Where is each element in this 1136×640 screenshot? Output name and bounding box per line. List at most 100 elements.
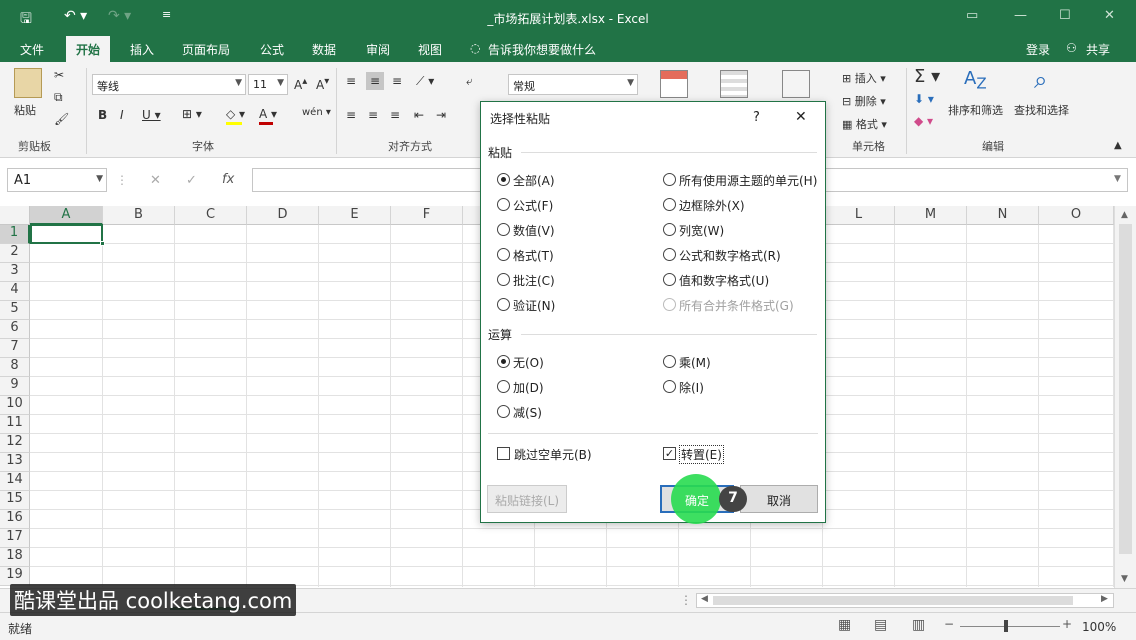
number-format-box[interactable]: 常规 ▼ (508, 74, 638, 95)
vertical-scrollbar[interactable]: ▲ ▼ (1114, 206, 1136, 588)
underline-icon[interactable]: U ▾ (142, 108, 161, 122)
decrease-indent-icon[interactable]: ⇤ (414, 108, 424, 122)
paste-opt-l0-radio[interactable] (497, 173, 510, 186)
decrease-font-icon[interactable]: A▾ (316, 76, 329, 92)
tab-insert[interactable]: 插入 (130, 41, 154, 58)
zoom-in-icon[interactable]: + (1062, 617, 1072, 631)
scroll-up-icon[interactable]: ▲ (1121, 210, 1128, 220)
paste-opt-r2-radio[interactable] (663, 223, 676, 236)
row-header-5[interactable]: 5 (0, 301, 30, 320)
conditional-format-icon[interactable] (660, 70, 688, 98)
row-header-13[interactable]: 13 (0, 453, 30, 472)
bold-icon[interactable]: B (98, 108, 107, 122)
ribbon-display-icon[interactable]: ▭ (966, 8, 978, 23)
phonetic-icon[interactable]: wén ▾ (302, 107, 331, 118)
paste-opt-l3-label[interactable]: 格式(T) (513, 247, 554, 264)
format-as-table-icon[interactable] (720, 70, 748, 98)
paste-button-label[interactable]: 粘贴 (14, 102, 36, 118)
zoom-slider-thumb[interactable] (1004, 620, 1008, 632)
find-select-icon[interactable]: ⌕ (1034, 66, 1047, 94)
autosum-icon[interactable]: Σ ▾ (914, 66, 940, 87)
row-header-1[interactable]: 1 (0, 225, 30, 244)
sort-filter-icon[interactable]: AZ (964, 68, 987, 93)
column-header-f[interactable]: F (391, 206, 463, 225)
insert-cells-button[interactable]: ⊞ 插入 ▾ (842, 70, 886, 86)
horizontal-scroll-thumb[interactable] (713, 596, 1073, 605)
zoom-level[interactable]: 100% (1082, 620, 1116, 634)
row-header-16[interactable]: 16 (0, 510, 30, 529)
paste-opt-l5-label[interactable]: 验证(N) (513, 297, 555, 314)
paste-opt-r4-radio[interactable] (663, 273, 676, 286)
tab-view[interactable]: 视图 (418, 41, 442, 58)
font-name-box[interactable]: 等线 ▼ (92, 74, 246, 95)
row-header-9[interactable]: 9 (0, 377, 30, 396)
tab-review[interactable]: 审阅 (366, 41, 390, 58)
font-size-box[interactable]: 11 ▼ (248, 74, 288, 95)
border-icon[interactable]: ⊞ ▾ (182, 107, 202, 121)
fill-color-icon[interactable]: ◇ ▾ (226, 107, 245, 121)
row-header-18[interactable]: 18 (0, 548, 30, 567)
op-opt-l0-radio[interactable] (497, 355, 510, 368)
paste-opt-r2-label[interactable]: 列宽(W) (679, 222, 724, 239)
paste-opt-l5-radio[interactable] (497, 298, 510, 311)
align-middle-icon[interactable]: ≡ (366, 72, 385, 90)
row-header-17[interactable]: 17 (0, 529, 30, 548)
op-opt-r1-radio[interactable] (663, 380, 676, 393)
font-color-icon[interactable]: A ▾ (259, 107, 277, 121)
paste-opt-l2-label[interactable]: 数值(V) (513, 222, 555, 239)
paste-opt-r3-radio[interactable] (663, 248, 676, 261)
tab-home[interactable]: 开始 (66, 36, 111, 62)
row-header-15[interactable]: 15 (0, 491, 30, 510)
paste-opt-l3-radio[interactable] (497, 248, 510, 261)
column-header-b[interactable]: B (103, 206, 175, 225)
op-opt-l1-radio[interactable] (497, 380, 510, 393)
paste-opt-r1-label[interactable]: 边框除外(X) (679, 197, 745, 214)
close-icon[interactable]: ✕ (795, 109, 807, 125)
transpose-checkbox[interactable]: ✓ (663, 447, 676, 460)
paste-opt-l4-label[interactable]: 批注(C) (513, 272, 555, 289)
row-header-11[interactable]: 11 (0, 415, 30, 434)
share-button[interactable]: 共享 (1086, 41, 1110, 58)
tell-me-box[interactable]: 告诉我你想要做什么 (488, 41, 596, 58)
tab-file[interactable]: 文件 (20, 41, 44, 58)
vertical-scroll-thumb[interactable] (1119, 224, 1132, 554)
clear-icon[interactable]: ◆ ▾ (914, 114, 933, 128)
op-opt-l2-radio[interactable] (497, 405, 510, 418)
paste-opt-l0-label[interactable]: 全部(A) (513, 172, 555, 189)
op-opt-l0-label[interactable]: 无(O) (513, 354, 544, 371)
login-link[interactable]: 登录 (1026, 41, 1050, 58)
cut-icon[interactable]: ✂ (54, 68, 64, 82)
column-header-c[interactable]: C (175, 206, 247, 225)
help-icon[interactable]: ? (753, 110, 760, 125)
row-header-6[interactable]: 6 (0, 320, 30, 339)
row-header-8[interactable]: 8 (0, 358, 30, 377)
paste-opt-l1-radio[interactable] (497, 198, 510, 211)
column-header-a[interactable]: A (30, 206, 103, 225)
column-header-n[interactable]: N (967, 206, 1039, 225)
zoom-slider[interactable] (960, 626, 1060, 627)
op-opt-l1-label[interactable]: 加(D) (513, 379, 544, 396)
increase-font-icon[interactable]: A▴ (294, 76, 307, 92)
paste-opt-r1-radio[interactable] (663, 198, 676, 211)
align-center-icon[interactable]: ≡ (368, 108, 378, 122)
copy-icon[interactable]: ⧉ (54, 90, 63, 105)
op-opt-l2-label[interactable]: 减(S) (513, 404, 542, 421)
paste-opt-l4-radio[interactable] (497, 273, 510, 286)
name-box[interactable]: A1 ▼ (7, 168, 107, 192)
insert-function-icon[interactable]: fx (222, 172, 234, 187)
fill-icon[interactable]: ⬇ ▾ (914, 92, 934, 106)
cancel-button[interactable]: 取消 (740, 485, 818, 513)
scroll-left-icon[interactable]: ◀ (701, 594, 708, 604)
page-layout-view-icon[interactable]: ▤ (874, 617, 887, 633)
row-header-14[interactable]: 14 (0, 472, 30, 491)
row-header-2[interactable]: 2 (0, 244, 30, 263)
column-header-e[interactable]: E (319, 206, 391, 225)
fill-handle[interactable] (100, 241, 105, 246)
transpose-label[interactable]: 转置(E) (679, 445, 724, 464)
column-header-m[interactable]: M (895, 206, 967, 225)
normal-view-icon[interactable]: ▦ (838, 617, 851, 633)
align-top-icon[interactable]: ≡ (346, 74, 356, 88)
op-opt-r0-label[interactable]: 乘(M) (679, 354, 711, 371)
paste-opt-r0-label[interactable]: 所有使用源主题的单元(H) (679, 172, 817, 189)
page-break-view-icon[interactable]: ▥ (912, 617, 925, 633)
